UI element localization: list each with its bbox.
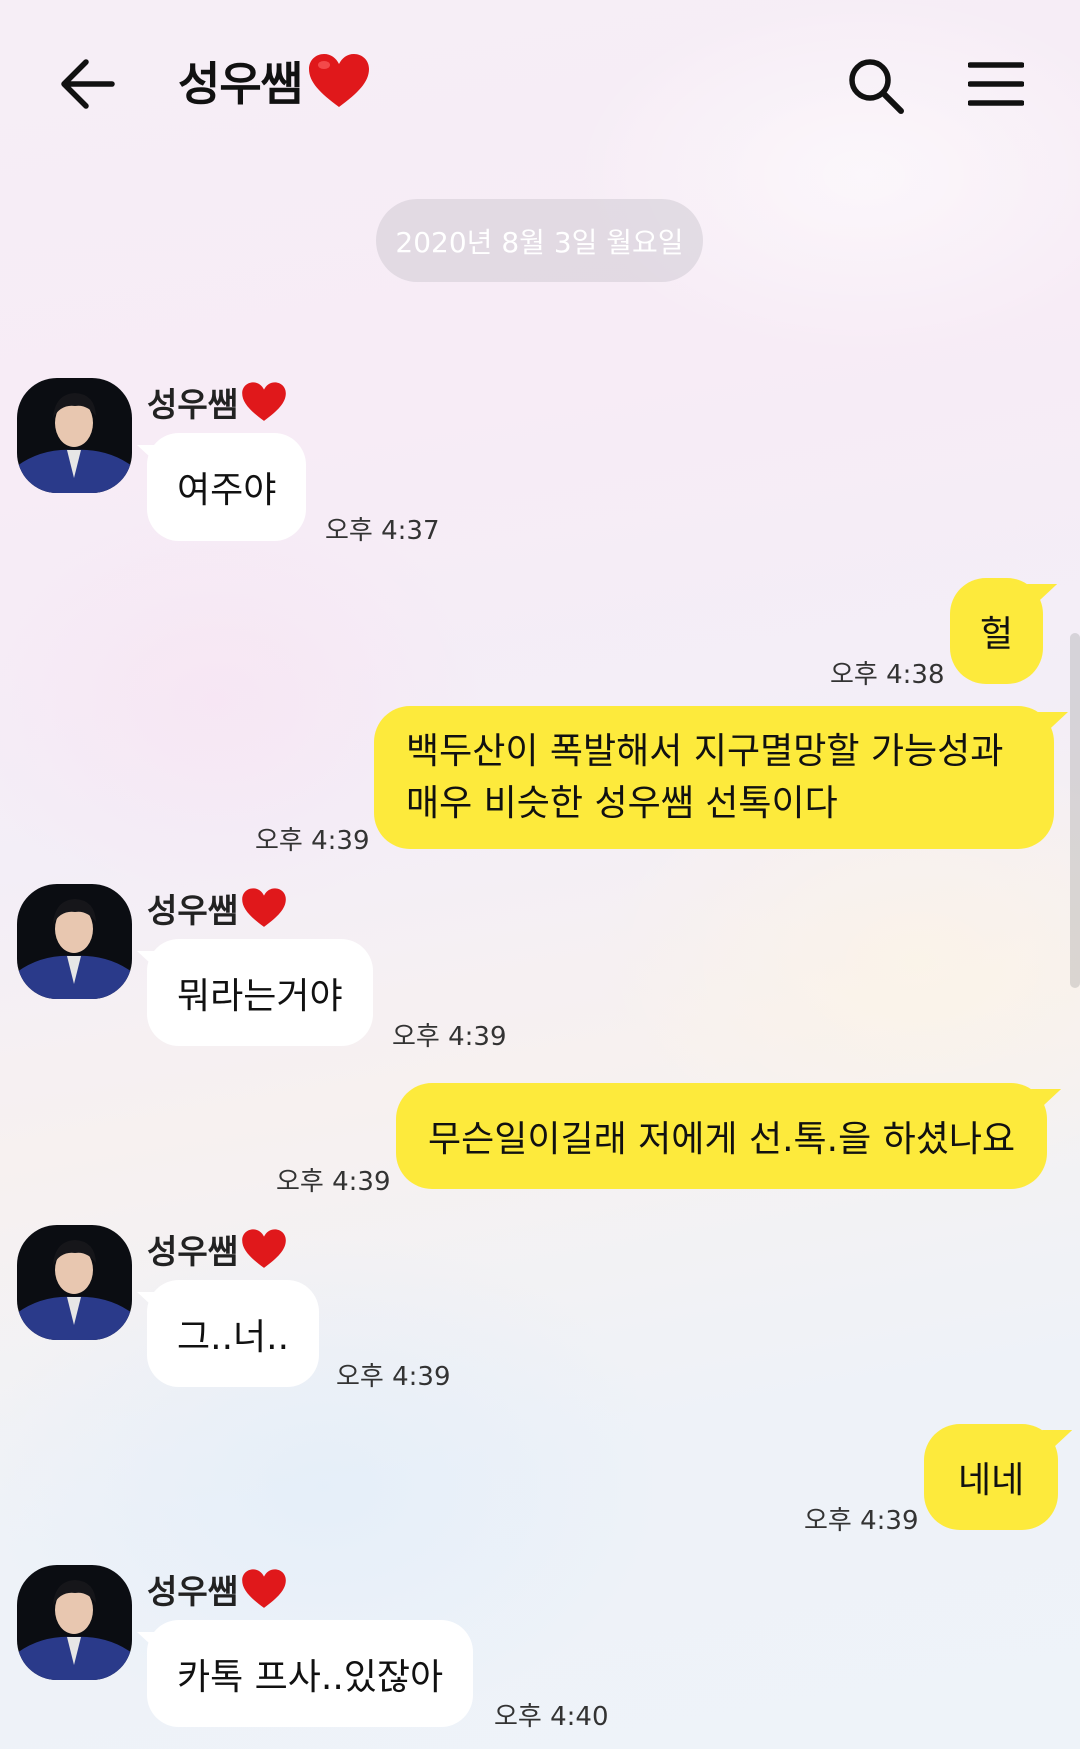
avatar[interactable] [17,1565,132,1680]
sender-name-text: 성우쌤 [147,1572,239,1611]
message-time: 오후 4:39 [336,1362,451,1392]
message-bubble-outgoing[interactable]: 백두산이 폭발해서 지구멸망할 가능성과 매우 비슷한 성우쌤 선톡이다 [374,706,1054,849]
heart-icon [242,888,286,927]
back-arrow-icon[interactable] [58,58,116,110]
message-time: 오후 4:39 [255,826,370,856]
message-time: 오후 4:37 [325,516,440,546]
chat-header: 성우쌤 [0,0,1080,170]
sender-name: 성우쌤 [147,884,288,932]
message-time: 오후 4:40 [494,1702,609,1732]
message-bubble-incoming[interactable]: 여주야 [147,433,307,541]
sender-name: 성우쌤 [147,1225,288,1273]
sender-name-text: 성우쌤 [147,891,239,930]
message-time: 오후 4:39 [804,1506,919,1536]
message-bubble-incoming[interactable]: 뭐라는거야 [147,939,373,1046]
date-divider: 2020년 8월 3일 월요일 [376,199,703,282]
avatar[interactable] [17,1225,132,1340]
sender-name-text: 성우쌤 [147,1232,239,1271]
message-bubble-outgoing[interactable]: 네네 [924,1424,1059,1530]
message-time: 오후 4:39 [276,1167,391,1197]
chat-title-text: 성우쌤 [178,57,303,111]
hamburger-menu-icon[interactable] [968,60,1024,108]
message-time: 오후 4:38 [830,660,945,690]
avatar[interactable] [17,378,132,493]
profile-photo [17,1225,132,1340]
profile-photo [17,884,132,999]
search-icon[interactable] [846,56,906,116]
chat-title: 성우쌤 [178,48,372,114]
sender-name-text: 성우쌤 [147,385,239,424]
scrollbar[interactable] [1070,633,1080,988]
sender-name: 성우쌤 [147,378,288,426]
heart-icon [242,1569,286,1608]
message-time: 오후 4:39 [392,1022,507,1052]
sender-name: 성우쌤 [147,1565,288,1613]
message-bubble-incoming[interactable]: 그..너.. [147,1280,320,1387]
avatar[interactable] [17,884,132,999]
heart-icon [308,54,369,107]
message-bubble-incoming[interactable]: 카톡 프사..있잖아 [147,1620,474,1727]
message-bubble-outgoing[interactable]: 헐 [950,578,1044,684]
profile-photo [17,378,132,493]
message-bubble-outgoing[interactable]: 무슨일이길래 저에게 선.톡.을 하셨나요 [396,1083,1048,1189]
heart-icon [242,1229,286,1268]
profile-photo [17,1565,132,1680]
heart-icon [242,382,286,421]
